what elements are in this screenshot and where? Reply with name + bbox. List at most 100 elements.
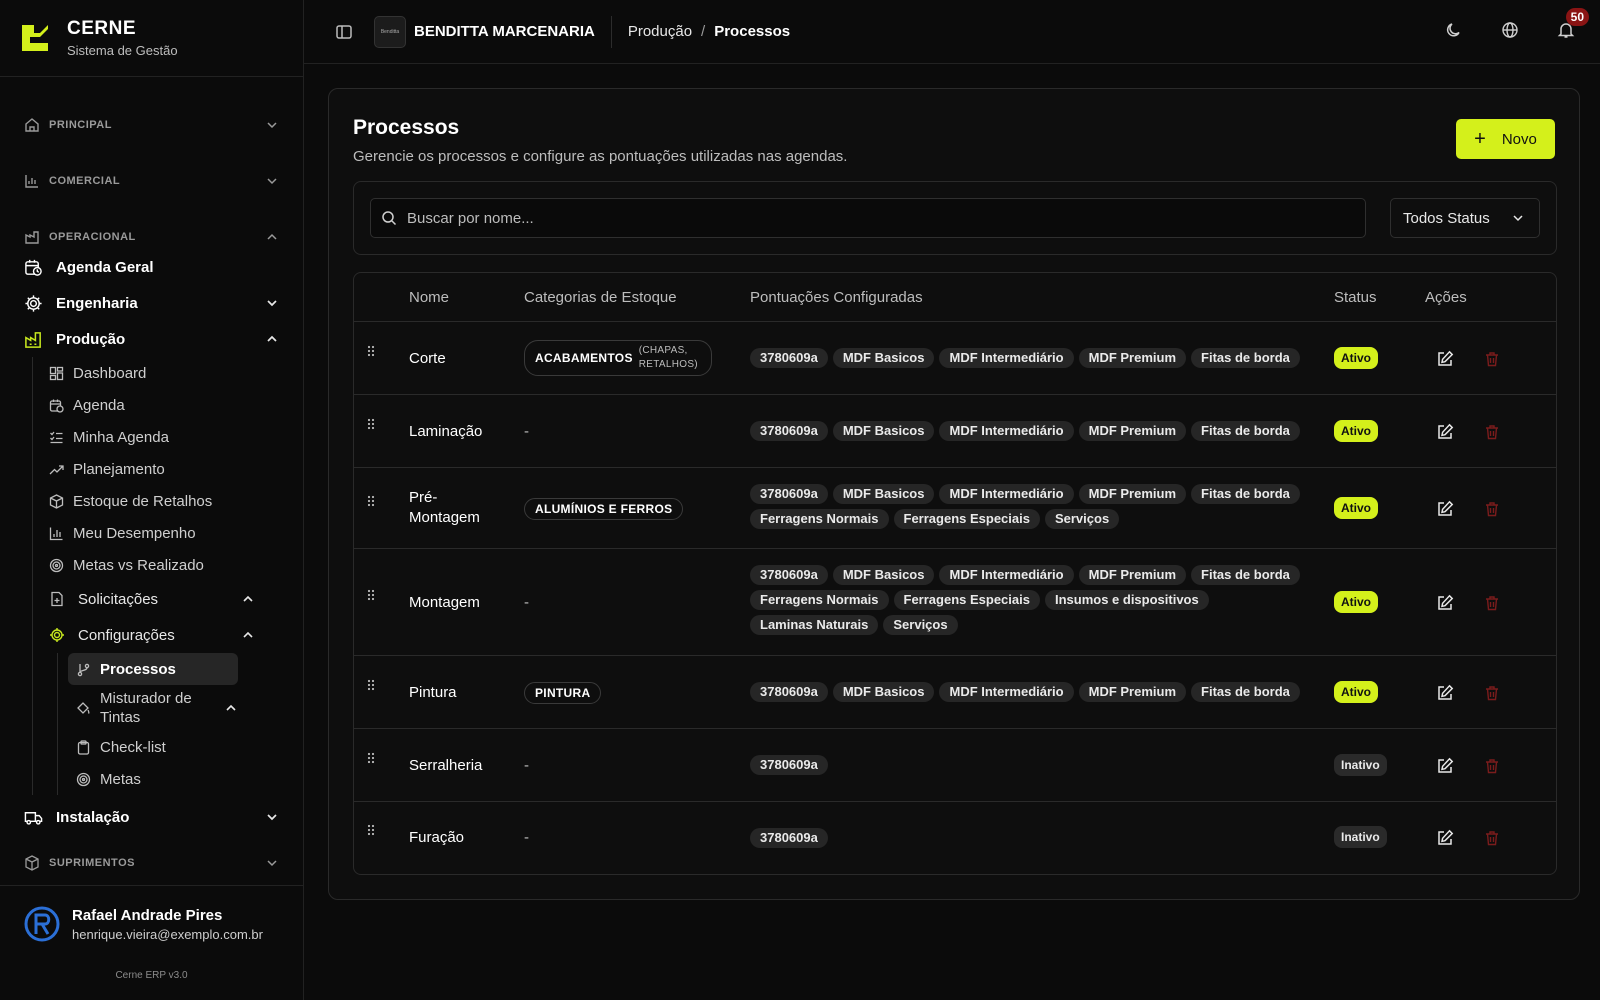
category-sub-label: (CHAPAS, RETALHOS) — [638, 345, 698, 370]
sidebar-item-metas[interactable]: Metas — [68, 763, 238, 795]
score-tag: MDF Intermediário — [939, 682, 1074, 702]
trash-icon[interactable] — [1484, 424, 1500, 440]
new-button[interactable]: + Novo — [1456, 119, 1555, 159]
table-row[interactable]: Furação - 3780609a Inativo — [354, 802, 1556, 874]
breadcrumb: Produção / Processos — [628, 23, 790, 40]
score-tag: Ferragens Normais — [750, 509, 889, 529]
bell-icon[interactable]: 50 — [1556, 8, 1589, 40]
section-suprimentos[interactable]: SUPRIMENTOS — [24, 835, 279, 891]
sidebar-item-producao[interactable]: Produção — [24, 321, 279, 357]
trash-icon[interactable] — [1484, 351, 1500, 367]
header-pontuacoes: Pontuações Configuradas — [750, 289, 923, 306]
file-plus-icon — [49, 591, 65, 607]
search-input[interactable] — [407, 209, 1307, 227]
edit-icon[interactable] — [1436, 423, 1454, 441]
sidebar-item-dashboard[interactable]: Dashboard — [49, 357, 279, 389]
table-row[interactable]: Serralheria - 3780609a Inativo — [354, 729, 1556, 802]
user-profile[interactable]: Rafael Andrade Pires henrique.vieira@exe… — [0, 885, 303, 942]
drag-handle-icon[interactable] — [364, 494, 378, 508]
score-tag: Ferragens Especiais — [893, 590, 1040, 610]
moon-icon[interactable] — [1444, 20, 1464, 40]
edit-icon[interactable] — [1436, 684, 1454, 702]
status-badge: Ativo — [1334, 681, 1378, 703]
estoque-retalhos-label: Estoque de Retalhos — [73, 492, 213, 510]
table-row[interactable]: Pintura PINTURA 3780609a MDF Basicos MDF Int… — [354, 656, 1556, 729]
org-logo[interactable]: Benditta — [374, 15, 406, 48]
edit-icon[interactable] — [1436, 829, 1454, 847]
score-tag: MDF Basicos — [832, 682, 935, 702]
table-row[interactable]: Montagem - 3780609a MDF Basicos MDF Intermed… — [354, 549, 1556, 656]
table-row[interactable]: Laminação - 3780609a MDF Basicos MDF Interme… — [354, 395, 1556, 468]
status-cell: Ativo — [1334, 497, 1378, 519]
sidebar-item-engenharia[interactable]: Engenharia — [24, 285, 279, 321]
category-label: ALUMÍNIOS E FERROS — [535, 502, 673, 516]
status-cell: Ativo — [1334, 591, 1378, 613]
edit-icon[interactable] — [1436, 350, 1454, 368]
process-name: Corte — [409, 350, 446, 367]
metas-label: Metas — [100, 770, 141, 788]
section-principal[interactable]: PRINCIPAL — [24, 97, 279, 153]
drag-handle-icon[interactable] — [364, 588, 378, 602]
edit-icon[interactable] — [1436, 757, 1454, 775]
trash-icon[interactable] — [1484, 758, 1500, 774]
status-badge: Inativo — [1334, 826, 1387, 848]
status-cell: Ativo — [1334, 420, 1378, 442]
breadcrumb-processos: Processos — [714, 23, 791, 40]
trash-icon[interactable] — [1484, 501, 1500, 517]
agenda-geral-label: Agenda Geral — [56, 258, 154, 276]
score-tags: 3780609a — [750, 828, 1320, 848]
table-row[interactable]: Pré-Montagem ALUMÍNIOS E FERROS 3780609a MD… — [354, 468, 1556, 549]
sidebar-item-meu-desempenho[interactable]: Meu Desempenho — [49, 517, 279, 549]
bar-chart-icon — [49, 526, 64, 541]
table-row[interactable]: Corte ACABAMENTOS (CHAPAS, RETALHOS) 378060… — [354, 322, 1556, 395]
trash-icon[interactable] — [1484, 685, 1500, 701]
sidebar-item-processos[interactable]: Processos — [68, 653, 238, 685]
new-button-label: Novo — [1501, 130, 1537, 148]
drag-handle-icon[interactable] — [364, 751, 378, 765]
chevron-down-icon — [265, 118, 279, 132]
header-acoes: Ações — [1425, 289, 1467, 306]
status-select-value: Todos Status — [1403, 209, 1490, 227]
edit-icon[interactable] — [1436, 594, 1454, 612]
metas-realizado-label: Metas vs Realizado — [73, 556, 204, 574]
sidebar-item-solicitacoes[interactable]: Solicitações — [49, 581, 279, 617]
status-badge: Ativo — [1334, 497, 1378, 519]
target-icon — [76, 772, 91, 787]
sidebar-item-estoque-retalhos[interactable]: Estoque de Retalhos — [49, 485, 279, 517]
drag-handle-icon[interactable] — [364, 417, 378, 431]
sidebar-item-agenda[interactable]: Agenda — [49, 389, 279, 421]
topbar-actions: 50 — [1444, 8, 1589, 40]
page-subtitle: Gerencie os processos e configure as pon… — [353, 148, 848, 165]
brand[interactable]: CERNE Sistema de Gestão — [0, 0, 303, 77]
score-tag: Serviços — [883, 615, 958, 635]
sidebar-toggle-icon[interactable] — [334, 22, 354, 42]
section-comercial[interactable]: COMERCIAL — [24, 153, 279, 209]
sidebar-item-planejamento[interactable]: Planejamento — [49, 453, 279, 485]
trash-icon[interactable] — [1484, 830, 1500, 846]
score-tag: Fitas de borda — [1191, 565, 1300, 585]
sidebar: CERNE Sistema de Gestão PRINCIPAL COMERC… — [0, 0, 304, 1000]
sidebar-item-instalacao[interactable]: Instalação — [24, 799, 279, 835]
drag-handle-icon[interactable] — [364, 823, 378, 837]
breadcrumb-producao[interactable]: Produção — [628, 23, 692, 40]
trash-icon[interactable] — [1484, 595, 1500, 611]
sidebar-item-metas-realizado[interactable]: Metas vs Realizado — [49, 549, 279, 581]
search-box[interactable] — [370, 198, 1366, 238]
sidebar-item-minha-agenda[interactable]: Minha Agenda — [49, 421, 279, 453]
category-empty: - — [524, 594, 529, 611]
globe-icon[interactable] — [1500, 20, 1520, 40]
sidebar-item-checklist[interactable]: Check-list — [68, 731, 238, 763]
calendar-clock-icon — [24, 258, 43, 277]
sidebar-item-agenda-geral[interactable]: Agenda Geral — [24, 249, 279, 285]
status-select[interactable]: Todos Status — [1390, 198, 1540, 238]
org-name[interactable]: BENDITTA MARCENARIA — [414, 15, 612, 48]
dashboard-icon — [49, 366, 64, 381]
sidebar-item-misturador[interactable]: Misturador de Tintas — [68, 685, 238, 731]
trending-up-icon — [49, 462, 64, 477]
drag-handle-icon[interactable] — [364, 678, 378, 692]
sidebar-item-configuracoes[interactable]: Configurações — [49, 617, 279, 653]
edit-icon[interactable] — [1436, 500, 1454, 518]
score-tag: MDF Basicos — [832, 484, 935, 504]
engenharia-label: Engenharia — [56, 294, 138, 312]
drag-handle-icon[interactable] — [364, 344, 378, 358]
